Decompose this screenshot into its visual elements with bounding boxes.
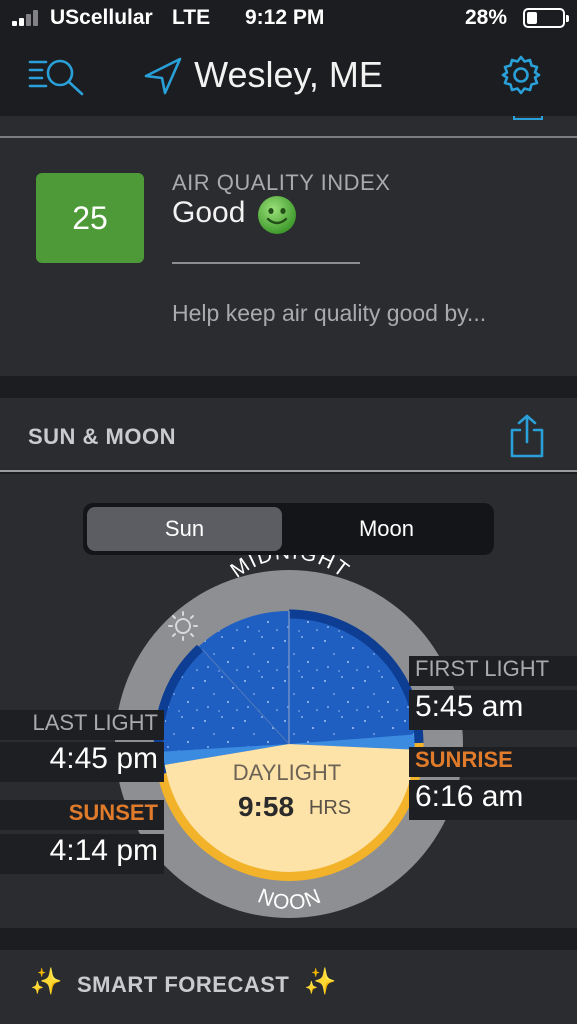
- smart-forecast-title: SMART FORECAST: [77, 972, 290, 997]
- daylight-unit: HRS: [309, 797, 351, 819]
- sun-moon-card: MIDNIGHT NOON DAYLIGHT 9:58 HRS Sun Moon…: [0, 474, 577, 928]
- aqi-value-badge: 25: [36, 173, 144, 263]
- aqi-status: Good: [172, 196, 246, 229]
- smiley-face-icon: [258, 196, 296, 234]
- sunset-tag: SUNSET: [0, 800, 164, 830]
- status-time: 9:12 PM: [245, 6, 325, 29]
- last-light-tag: LAST LIGHT: [0, 710, 164, 740]
- network-type: LTE: [172, 6, 211, 29]
- status-bar: UScellular LTE 9:12 PM 28%: [0, 0, 577, 38]
- nav-bar: Wesley, ME: [0, 38, 577, 116]
- carrier-name: UScellular: [50, 6, 153, 29]
- first-light-time: 5:45 am: [415, 690, 524, 723]
- sunrise-time: 6:16 am: [415, 780, 524, 813]
- last-light-time: 4:45 pm: [49, 742, 158, 775]
- sparkle-icon: ✨: [304, 966, 337, 996]
- tab-moon[interactable]: Moon: [289, 507, 484, 551]
- first-light-label: FIRST LIGHT: [415, 656, 550, 681]
- divider: [0, 136, 577, 138]
- gear-icon[interactable]: [500, 54, 542, 96]
- tab-sun[interactable]: Sun: [87, 507, 282, 551]
- sunset-label: SUNSET: [68, 800, 158, 825]
- sunrise-time-tag: 6:16 am: [409, 780, 577, 820]
- share-icon[interactable]: [508, 414, 546, 458]
- sun-moon-header: SUN & MOON: [0, 398, 577, 472]
- first-light-tag: FIRST LIGHT: [409, 656, 577, 686]
- aqi-divider: [172, 262, 360, 264]
- last-light-label: LAST LIGHT: [32, 710, 158, 735]
- battery-icon: [523, 8, 569, 28]
- aqi-label: AIR QUALITY INDEX: [172, 170, 391, 195]
- signal-icon: [12, 10, 46, 26]
- first-light-time-tag: 5:45 am: [409, 690, 577, 730]
- battery-percentage: 28%: [465, 6, 508, 29]
- sunset-time: 4:14 pm: [49, 834, 158, 867]
- aqi-help-text[interactable]: Help keep air quality good by...: [172, 300, 486, 327]
- sunset-time-tag: 4:14 pm: [0, 834, 164, 874]
- last-light-time-tag: 4:45 pm: [0, 742, 164, 782]
- sun-moon-title: SUN & MOON: [28, 424, 176, 449]
- sun-moon-segmented-control: Sun Moon: [83, 503, 494, 555]
- share-icon-partial: [513, 116, 543, 120]
- sunrise-label: SUNRISE: [415, 747, 513, 772]
- location-title[interactable]: Wesley, ME: [0, 54, 577, 96]
- daylight-label: DAYLIGHT: [233, 760, 341, 785]
- sunrise-tag: SUNRISE: [409, 747, 577, 777]
- daylight-hours: 9:58: [238, 791, 294, 822]
- smart-forecast-card[interactable]: ✨ SMART FORECAST ✨: [0, 950, 577, 1024]
- divider: [0, 470, 577, 472]
- air-quality-card[interactable]: 25 AIR QUALITY INDEX Good Help keep air …: [0, 116, 577, 376]
- sparkle-icon: ✨: [30, 966, 63, 996]
